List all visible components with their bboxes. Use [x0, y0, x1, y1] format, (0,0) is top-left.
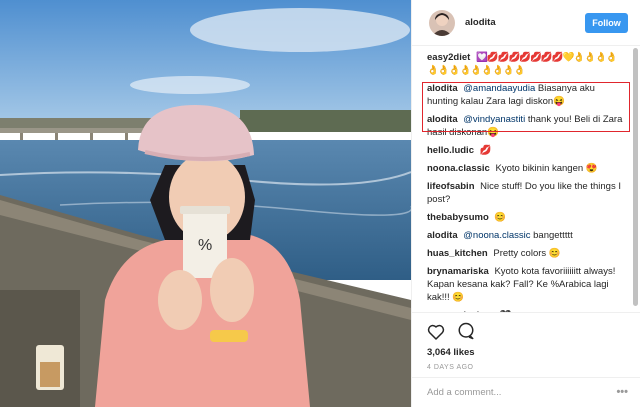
- post-date[interactable]: 4 DAYS AGO: [427, 364, 626, 371]
- comment-item: hello.ludic 💋: [427, 144, 624, 157]
- post-header: alodita Follow: [412, 0, 640, 46]
- avatar-image: [429, 9, 455, 36]
- cup-logo: %: [198, 237, 212, 254]
- comment-text: 💋: [479, 145, 492, 156]
- comment-username[interactable]: brynamariska: [427, 266, 489, 277]
- comment-username[interactable]: noona.classic: [427, 163, 490, 174]
- post-sidebar: alodita Follow easy2diet 💟💋💋💋💋💋💋💋💛👌👌👌👌👌👌…: [411, 0, 640, 407]
- comment-item: easy2diet 💟💋💋💋💋💋💋💋💛👌👌👌👌👌👌👌👌👌👌👌👌👌: [427, 51, 624, 77]
- more-options-icon[interactable]: •••: [616, 386, 628, 398]
- comment-username[interactable]: alodita: [427, 230, 458, 241]
- comment-username[interactable]: thebabysumo: [427, 212, 489, 223]
- comment-username[interactable]: easy2diet: [427, 52, 470, 63]
- comment-text: 😊: [494, 212, 507, 223]
- comment-item: lifeofsabin Nice stuff! Do you like the …: [427, 180, 624, 206]
- comment-item: noona.classic Kyoto bikinin kangen 😍: [427, 162, 624, 175]
- likes-count[interactable]: 3,064 likes: [427, 347, 626, 358]
- comment-text: Kyoto bikinin kangen 😍: [495, 163, 598, 174]
- post-actions: 3,064 likes 4 DAYS AGO: [412, 312, 640, 371]
- comment-item: huas_kitchen Pretty colors 😊: [427, 247, 624, 260]
- avatar[interactable]: [429, 9, 455, 36]
- comment-mention[interactable]: @noona.classic: [463, 230, 530, 241]
- heart-icon[interactable]: [427, 323, 445, 340]
- photo-illustration: %: [0, 0, 411, 407]
- comment-item: thebabysumo 😊: [427, 211, 624, 224]
- comments-scrollbar[interactable]: [633, 48, 638, 306]
- comment-text: bangettttt: [533, 230, 573, 241]
- speech-bubble-icon[interactable]: [457, 322, 475, 340]
- comment-username[interactable]: lifeofsabin: [427, 181, 475, 192]
- comment-username[interactable]: hello.ludic: [427, 145, 474, 156]
- highlight-box: [422, 82, 630, 132]
- action-icons: [427, 321, 626, 341]
- post-photo[interactable]: %: [0, 0, 411, 407]
- comment-text: Pretty colors 😊: [493, 248, 561, 259]
- comment-item: brynamariska Kyoto kota favoriiiiiitt al…: [427, 265, 624, 304]
- comment-item: alodita @noona.classic bangettttt: [427, 229, 624, 242]
- add-comment-input[interactable]: Add a comment...: [412, 377, 640, 407]
- username[interactable]: alodita: [465, 17, 496, 28]
- follow-button[interactable]: Follow: [585, 13, 628, 33]
- comment-username[interactable]: huas_kitchen: [427, 248, 488, 259]
